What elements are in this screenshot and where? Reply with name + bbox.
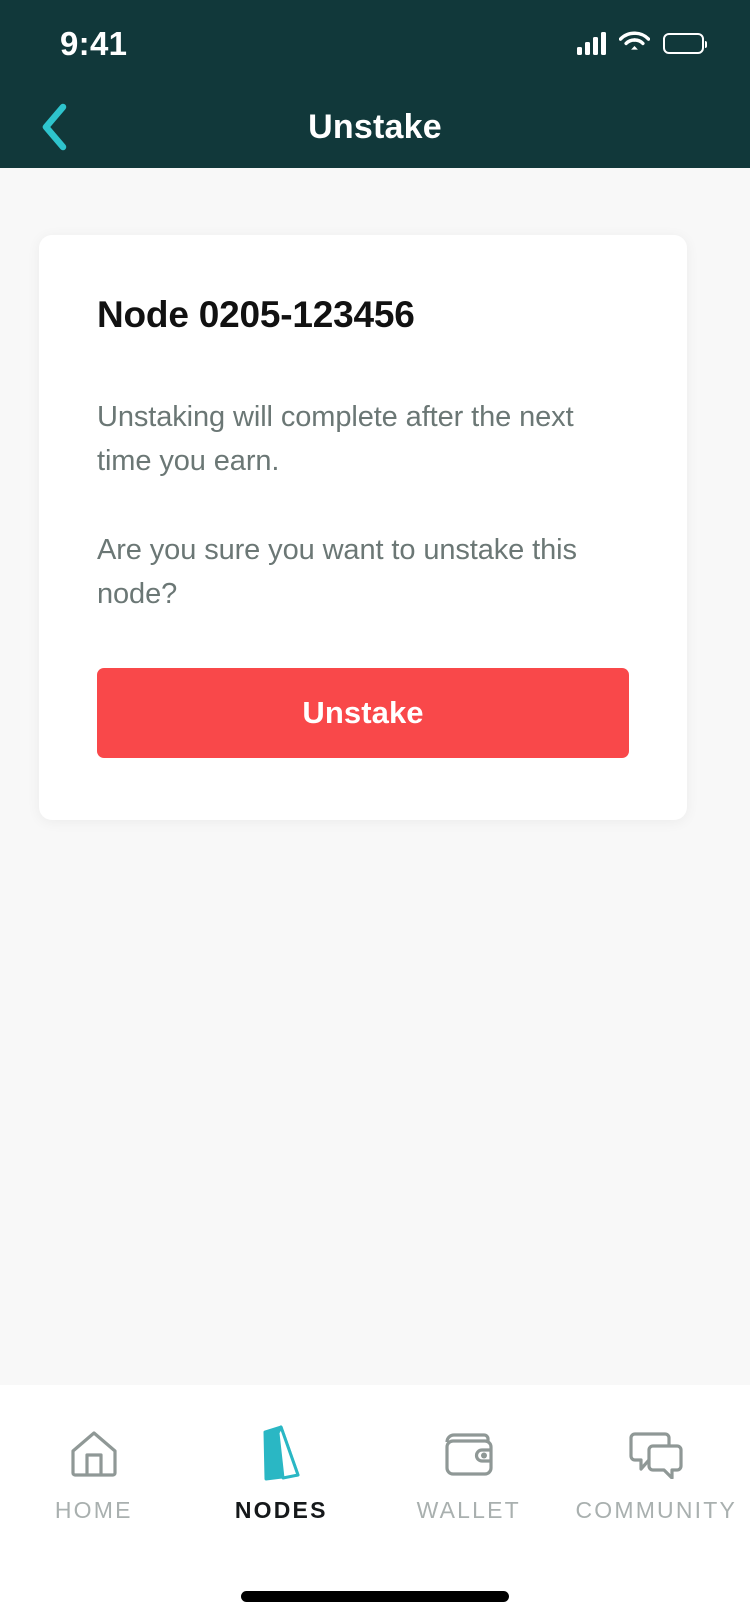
status-time: 9:41 bbox=[60, 24, 128, 62]
tab-community[interactable]: COMMUNITY bbox=[563, 1427, 750, 1524]
tab-nodes[interactable]: NODES bbox=[188, 1425, 376, 1524]
main-content: Node 0205-123456 Unstaking will complete… bbox=[0, 168, 750, 1385]
battery-full-icon bbox=[663, 32, 707, 54]
home-icon bbox=[68, 1427, 120, 1481]
tab-community-label: COMMUNITY bbox=[575, 1497, 738, 1523]
chat-bubbles-icon bbox=[627, 1427, 685, 1481]
tab-nodes-label: NODES bbox=[234, 1497, 328, 1523]
node-monolith-icon bbox=[258, 1425, 304, 1481]
chevron-left-icon bbox=[42, 103, 67, 151]
node-title: Node 0205-123456 bbox=[97, 294, 415, 335]
status-icons bbox=[577, 29, 707, 57]
tab-wallet[interactable]: WALLET bbox=[375, 1427, 563, 1524]
tab-home[interactable]: HOME bbox=[0, 1427, 188, 1524]
unstake-card: Node 0205-123456 Unstaking will complete… bbox=[39, 235, 687, 820]
home-indicator bbox=[241, 1591, 509, 1602]
unstake-button[interactable]: Unstake bbox=[97, 667, 629, 758]
header: 9:41 Unstake bbox=[0, 0, 750, 168]
unstake-info-text: Unstaking will complete after the next t… bbox=[97, 401, 574, 478]
unstake-confirm-text: Are you sure you want to unstake this no… bbox=[97, 533, 577, 610]
page-title: Unstake bbox=[308, 107, 442, 146]
status-bar: 9:41 bbox=[0, 0, 750, 86]
nav-bar: Unstake bbox=[0, 86, 750, 168]
wifi-icon bbox=[618, 29, 651, 57]
back-button[interactable] bbox=[26, 99, 82, 155]
wallet-icon bbox=[442, 1427, 496, 1481]
app-screen: 9:41 Unstake Node 0205-123456 Unstaking … bbox=[0, 0, 750, 1624]
cellular-signal-icon bbox=[577, 31, 606, 55]
tab-wallet-label: WALLET bbox=[416, 1497, 521, 1523]
bottom-tab-bar: HOME NODES WALLET COMMUNITY bbox=[0, 1385, 750, 1624]
tab-home-label: HOME bbox=[54, 1497, 133, 1523]
